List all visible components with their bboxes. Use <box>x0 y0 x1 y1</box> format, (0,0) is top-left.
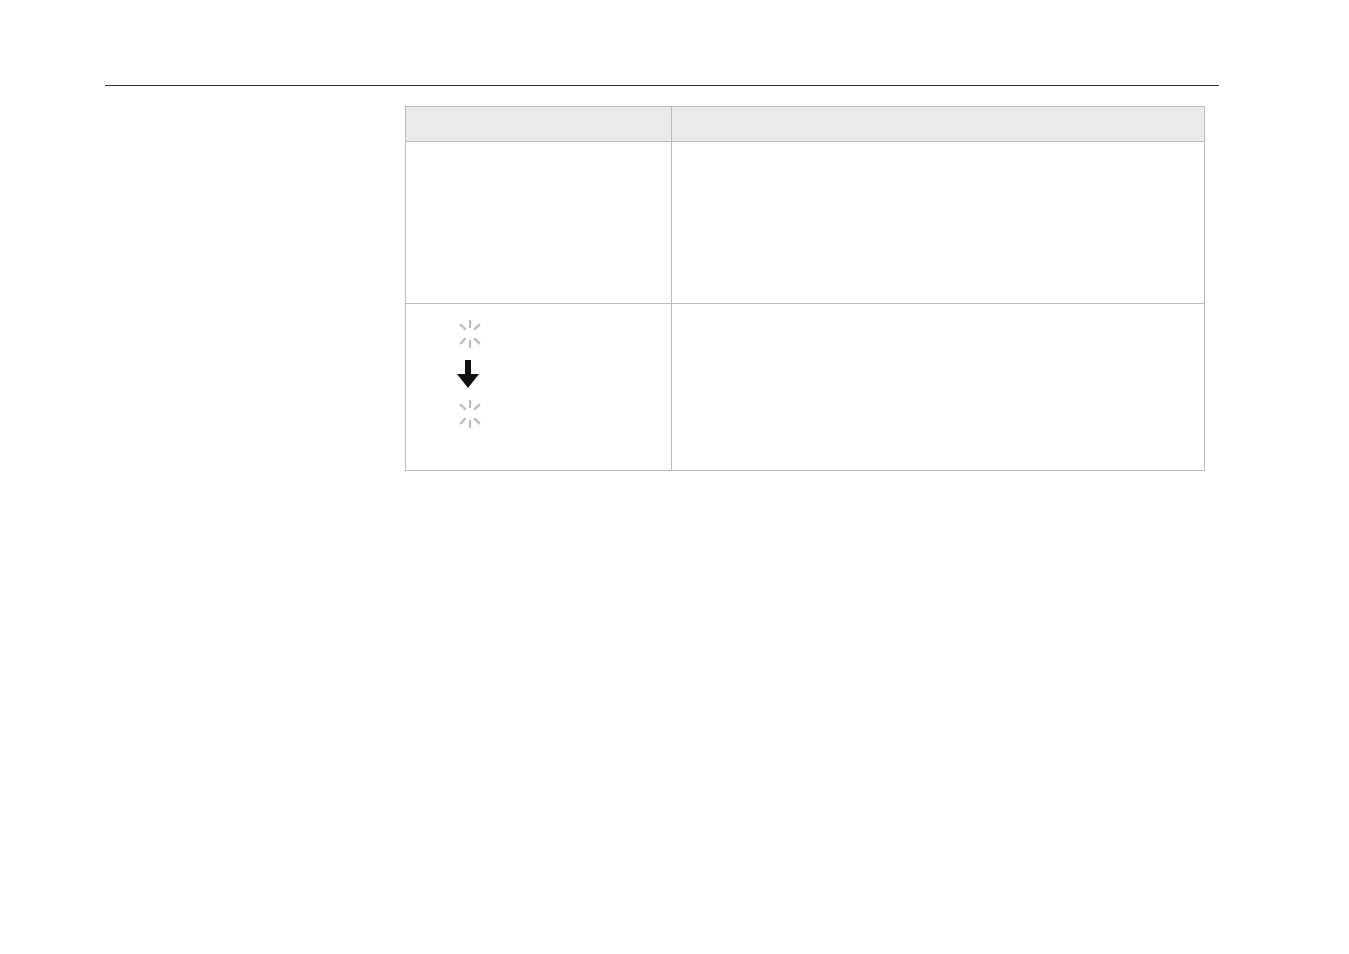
table-header-2 <box>672 107 1205 142</box>
table-cell <box>406 142 672 304</box>
table-cell <box>672 304 1205 471</box>
table-cell <box>406 304 672 471</box>
loading-spinner-icon <box>454 398 486 430</box>
down-arrow-icon <box>454 358 482 390</box>
table-row <box>406 142 1205 304</box>
content-table <box>405 106 1205 471</box>
table-header-1 <box>406 107 672 142</box>
loading-spinner-icon <box>454 318 486 350</box>
table-cell <box>672 142 1205 304</box>
table-header-row <box>406 107 1205 142</box>
horizontal-rule <box>105 85 1219 86</box>
table-row <box>406 304 1205 471</box>
